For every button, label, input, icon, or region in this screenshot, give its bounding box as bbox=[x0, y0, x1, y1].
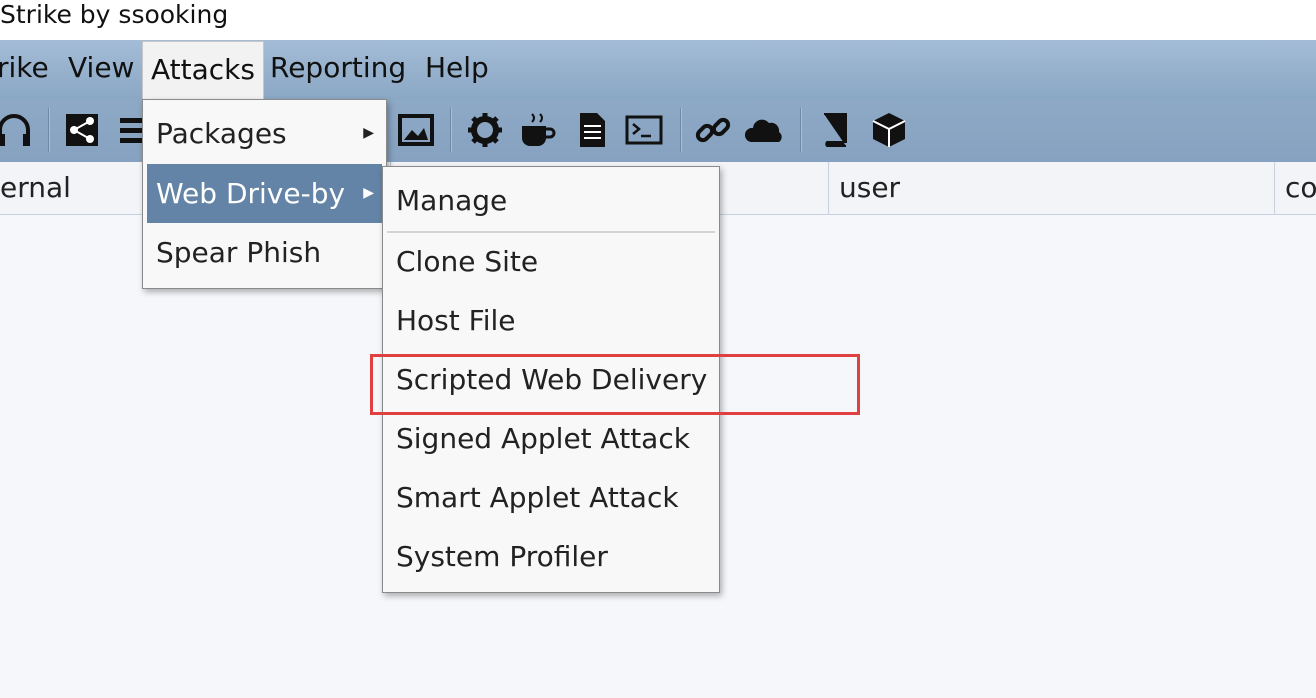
menu-item-packages[interactable]: Packages ▶ bbox=[143, 104, 386, 163]
headphones-icon[interactable] bbox=[0, 110, 34, 150]
pivot-graph-icon[interactable] bbox=[62, 110, 102, 150]
menu-item-host-file[interactable]: Host File bbox=[383, 291, 719, 350]
menu-item-manage[interactable]: Manage bbox=[383, 171, 719, 230]
menu-item-system-profiler[interactable]: System Profiler bbox=[383, 527, 719, 586]
menu-attacks[interactable]: Attacks bbox=[142, 41, 264, 99]
gear-icon[interactable] bbox=[465, 110, 505, 150]
menu-help[interactable]: Help bbox=[425, 40, 489, 96]
menu-item-clone-site[interactable]: Clone Site bbox=[383, 232, 719, 291]
menu-view[interactable]: View bbox=[68, 40, 134, 96]
cloud-icon[interactable] bbox=[744, 110, 785, 150]
title-bar: Strike by ssooking bbox=[0, 0, 1316, 40]
menu-item-spear-phish[interactable]: Spear Phish bbox=[143, 223, 386, 282]
image-icon[interactable] bbox=[396, 110, 436, 150]
menu-item-smart-applet-attack[interactable]: Smart Applet Attack bbox=[383, 468, 719, 527]
book-icon[interactable] bbox=[815, 110, 855, 150]
menu-item-web-drive-by[interactable]: Web Drive-by ▶ bbox=[147, 164, 382, 223]
document-icon[interactable] bbox=[572, 110, 612, 150]
highlight-box bbox=[370, 354, 860, 415]
toolbar-separator bbox=[800, 108, 801, 152]
package-icon[interactable] bbox=[869, 110, 909, 150]
menu-cobalt-strike[interactable]: rike bbox=[0, 40, 49, 96]
menu-reporting[interactable]: Reporting bbox=[270, 40, 406, 96]
attacks-dropdown: Packages ▶ Web Drive-by ▶ Spear Phish bbox=[142, 99, 387, 289]
link-icon[interactable] bbox=[693, 110, 733, 150]
menu-bar: rike View Attacks Reporting Help bbox=[0, 40, 1316, 100]
window-title: Strike by ssooking bbox=[0, 0, 229, 29]
toolbar-separator bbox=[450, 108, 451, 152]
menu-item-signed-applet-attack[interactable]: Signed Applet Attack bbox=[383, 409, 719, 468]
menu-item-label: Web Drive-by bbox=[156, 177, 346, 210]
column-computer[interactable]: co bbox=[1274, 162, 1316, 214]
submenu-arrow-icon: ▶ bbox=[363, 185, 374, 201]
coffee-icon[interactable] bbox=[518, 110, 558, 150]
submenu-arrow-icon: ▶ bbox=[363, 125, 374, 141]
toolbar-separator bbox=[680, 108, 681, 152]
column-user[interactable]: user bbox=[828, 162, 1274, 214]
toolbar-separator bbox=[48, 108, 49, 152]
menu-item-label: Packages bbox=[156, 117, 287, 150]
terminal-icon[interactable] bbox=[624, 110, 664, 150]
